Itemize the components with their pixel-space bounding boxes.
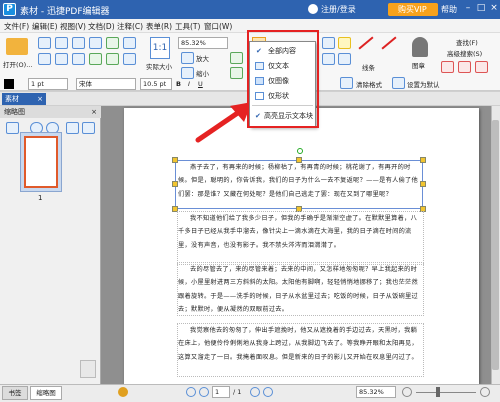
paragraph-2[interactable]: 我不知道他们给了我多少日子，但我的手确乎是渐渐空虚了。在默默里算着，八千多日子已… — [178, 212, 423, 265]
zoom-plus-icon[interactable] — [480, 387, 490, 397]
scrollbar-thumb[interactable] — [492, 120, 499, 370]
zoom-out-icon[interactable] — [181, 67, 194, 79]
menu-document[interactable]: 文档(D) — [88, 21, 115, 32]
vip-label: 购买VIP — [398, 5, 427, 14]
menu-tools[interactable]: 工具(T) — [175, 21, 200, 32]
font-select[interactable]: 宋体 — [76, 78, 136, 90]
prev-page-icon[interactable] — [199, 387, 209, 397]
highlight-box — [247, 30, 319, 128]
eraser-icon[interactable] — [441, 61, 454, 73]
paragraph-4[interactable]: 我觉察他去的匆匆了，伸出手遮挽时，他又从遮挽着的手边过去，天黑时，我躺在床上，他… — [178, 324, 423, 377]
menu-edit[interactable]: 编辑(E) — [32, 21, 58, 32]
print-icon[interactable] — [72, 37, 85, 49]
new-doc-icon[interactable] — [38, 37, 51, 49]
rotate-icon[interactable] — [230, 52, 243, 64]
last-page-icon[interactable] — [263, 387, 273, 397]
login-link[interactable]: 注册/登录 — [321, 4, 356, 15]
tab-bookmarks[interactable]: 书签 — [2, 386, 28, 400]
email-icon[interactable] — [89, 37, 102, 49]
thumbnail-page-number: 1 — [38, 194, 43, 202]
title-bar: P 素材 - 迅捷PDF编辑器 注册/登录 购买VIP 帮助 – □ × — [0, 0, 500, 19]
set-default-icon[interactable] — [392, 77, 405, 89]
help-link[interactable]: 帮助 — [441, 4, 457, 15]
open-folder-icon[interactable] — [6, 38, 28, 55]
cut-icon[interactable] — [38, 53, 51, 65]
panel-close-icon[interactable]: × — [91, 106, 97, 118]
menu-file[interactable]: 文件(F) — [4, 21, 29, 32]
clear-format-label[interactable]: 清除格式 — [356, 79, 382, 89]
paste-icon[interactable] — [72, 53, 85, 65]
bold-icon[interactable]: B — [176, 80, 181, 88]
actual-size-icon[interactable]: 1:1 — [150, 37, 170, 59]
stamp-label[interactable]: 图章 — [412, 60, 425, 70]
tab-document-label: 素材 — [5, 95, 19, 103]
menu-view[interactable]: 视图(V) — [60, 21, 86, 32]
thumb-fit-icon[interactable] — [82, 122, 95, 134]
clear-format-icon[interactable] — [340, 77, 353, 89]
close-icon[interactable]: × — [487, 3, 500, 13]
maximize-icon[interactable]: □ — [474, 3, 488, 13]
copy-icon[interactable] — [55, 53, 68, 65]
line-tool-icon[interactable] — [358, 36, 374, 50]
tab-thumbnails[interactable]: 缩略图 — [30, 386, 62, 400]
thumb-options-icon[interactable] — [6, 122, 19, 134]
tab-document[interactable]: 素材 × — [2, 93, 46, 105]
highlight-icon[interactable] — [475, 61, 488, 73]
paragraph-3[interactable]: 去的尽管去了，来的尽管来着；去来的中间，又怎样地匆匆呢？早上我起来的时候，小屋里… — [178, 263, 423, 316]
menu-window[interactable]: 窗口(W) — [204, 21, 232, 32]
menu-comment[interactable]: 注释(C) — [117, 21, 143, 32]
zoom-slider-thumb[interactable] — [436, 387, 440, 397]
text-tool-icon[interactable] — [322, 37, 335, 49]
rotate-back-icon[interactable] — [230, 67, 243, 79]
find-label[interactable]: 查找(F) — [456, 37, 478, 47]
user-icon — [308, 4, 318, 14]
settings-gear-icon[interactable] — [118, 387, 128, 397]
zoom-in-icon[interactable] — [181, 52, 194, 64]
minimize-icon[interactable]: – — [461, 3, 475, 13]
open-button-label[interactable]: 打开(O)... — [3, 59, 32, 69]
page-total: / 1 — [233, 388, 242, 396]
status-zoom-select[interactable]: 85.32% — [356, 386, 396, 398]
line-label[interactable]: 线条 — [362, 62, 375, 72]
color-swatch-icon[interactable] — [4, 79, 14, 89]
zoom-in-label[interactable]: 放大 — [196, 53, 209, 63]
note-icon[interactable] — [338, 37, 351, 49]
set-default-label[interactable]: 设置为默认 — [407, 79, 440, 89]
page-number-input[interactable]: 1 — [212, 386, 230, 398]
redo-icon[interactable] — [106, 53, 119, 65]
next-page-icon[interactable] — [250, 387, 260, 397]
stamp-icon[interactable] — [412, 37, 428, 57]
zoom-minus-icon[interactable] — [402, 387, 412, 397]
line-width-select[interactable]: 1 pt — [28, 78, 68, 90]
actual-size-label[interactable]: 实际大小 — [146, 61, 172, 71]
menu-form[interactable]: 表单(R) — [146, 21, 172, 32]
underline-icon[interactable]: U — [198, 80, 203, 88]
font-size-select[interactable]: 10.5 pt — [140, 78, 172, 90]
tab-close-icon[interactable]: × — [37, 93, 43, 105]
advanced-search-label[interactable]: 高级搜索(S) — [447, 48, 482, 58]
thumbnail-panel-title: 缩略图 — [4, 108, 25, 116]
first-page-icon[interactable] — [186, 387, 196, 397]
save-icon[interactable] — [55, 37, 68, 49]
undo-icon[interactable] — [89, 53, 102, 65]
pages-icon — [80, 360, 96, 378]
arrow-tool-icon[interactable] — [381, 36, 397, 50]
thumb-rotate-icon[interactable] — [66, 122, 79, 134]
zoom-out-label[interactable]: 缩小 — [196, 68, 209, 78]
thumbnail-panel-header: 缩略图 × — [0, 106, 101, 118]
paragraph-1[interactable]: 燕子去了，有再来的时候；杨柳枯了，有再青的时候；桃花谢了，有再开的时候。但是，聪… — [178, 161, 423, 209]
textbox-icon[interactable] — [322, 53, 335, 65]
camera-icon[interactable] — [123, 37, 136, 49]
italic-icon[interactable]: I — [188, 80, 190, 88]
zoom-slider[interactable] — [416, 392, 476, 393]
hand-tool-icon[interactable] — [106, 37, 119, 49]
callout-icon[interactable] — [338, 53, 351, 65]
window-title: 素材 - 迅捷PDF编辑器 — [20, 7, 110, 17]
pencil-icon[interactable] — [458, 61, 471, 73]
page-thumbnail[interactable] — [24, 136, 58, 188]
zoom-select[interactable]: 85.32% — [178, 37, 228, 49]
app-logo-icon: P — [3, 3, 16, 16]
rotate-handle-icon[interactable] — [297, 148, 303, 154]
select-text-icon[interactable] — [123, 53, 136, 65]
